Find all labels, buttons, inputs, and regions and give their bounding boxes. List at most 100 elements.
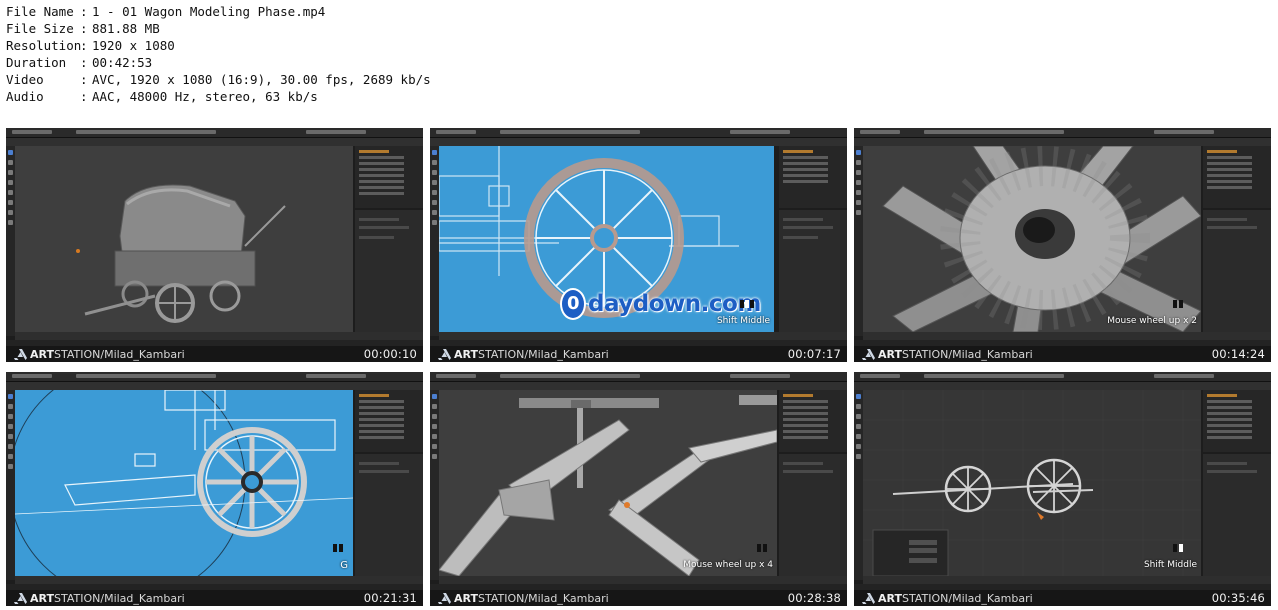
artstation-brand: ARTSTATION/Milad_Kambari (862, 591, 1033, 605)
blender-menubar (430, 128, 847, 138)
toolbar (430, 390, 439, 580)
viewport-header (854, 138, 1271, 146)
info-key: Audio (6, 89, 44, 105)
viewport-header (6, 138, 423, 146)
artstation-brand: ARTSTATION/Milad_Kambari (438, 347, 609, 361)
info-key: Resolution (6, 38, 82, 54)
artstation-brand: ARTSTATION/Milad_Kambari (862, 347, 1033, 361)
video-thumbnail[interactable]: ARTSTATION/Milad_Kambari 00:00:10 (6, 128, 423, 362)
toolbar (6, 146, 15, 336)
info-value: 1 - 01 Wagon Modeling Phase.mp4 (92, 4, 326, 19)
input-hint: G (340, 560, 348, 571)
video-thumbnail[interactable]: Shift Middle ARTSTATION/Milad_Kambari 00… (854, 372, 1271, 606)
file-info-row: Audio: AAC, 48000 Hz, stereo, 63 kb/s (6, 89, 318, 105)
overlay-bar: ARTSTATION/Milad_Kambari 00:28:38 (430, 590, 847, 606)
3d-viewport (15, 146, 353, 332)
video-thumbnail[interactable]: G ARTSTATION/Milad_Kambari 00:21:31 (6, 372, 423, 606)
outliner-panel (1203, 390, 1271, 452)
outliner-panel (355, 146, 423, 208)
timeline (15, 332, 423, 340)
timestamp: 00:21:31 (363, 591, 417, 605)
blender-menubar (854, 128, 1271, 138)
info-value: AVC, 1920 x 1080 (16:9), 30.00 fps, 2689… (92, 72, 431, 88)
info-key: Duration (6, 55, 67, 71)
input-hint: Shift Middle (716, 316, 770, 326)
toolbar (6, 390, 15, 580)
toolbar (854, 390, 863, 580)
toolbar (430, 146, 439, 336)
properties-panel (1203, 454, 1271, 576)
wheels-axle-view (863, 390, 1201, 576)
info-value: 881.88 MB (92, 21, 160, 37)
info-value: AAC, 48000 Hz, stereo, 63 kb/s (92, 89, 318, 105)
video-thumbnail[interactable]: Mouse wheel up x 2 ARTSTATION/Milad_Kamb… (854, 128, 1271, 362)
blender-menubar (6, 128, 423, 138)
timeline (863, 332, 1271, 340)
properties-panel (355, 210, 423, 332)
file-info-row: Duration:00:42:53 (6, 55, 153, 71)
file-info-panel: File Name:1 - 01 Wagon Modeling Phase.mp… (6, 3, 431, 106)
viewport-header (430, 138, 847, 146)
properties-panel (355, 454, 423, 576)
3d-viewport: 0 daydown.com Shift Middle (439, 146, 774, 332)
timeline (439, 576, 847, 584)
file-info-row: Resolution:1920 x 1080 (6, 38, 175, 54)
artstation-brand: ARTSTATION/Milad_Kambari (14, 347, 185, 361)
file-info-row: Video: AVC, 1920 x 1080 (16:9), 30.00 fps… (6, 72, 431, 88)
timestamp: 00:14:24 (1211, 347, 1265, 361)
blender-menubar (430, 372, 847, 382)
timestamp: 00:00:10 (363, 347, 417, 361)
outliner-panel (779, 390, 847, 452)
info-key: File Size (6, 21, 74, 37)
info-key: Video (6, 72, 44, 88)
properties-panel (779, 454, 847, 576)
artstation-logo-icon (438, 348, 451, 360)
input-hint: Mouse wheel up x 2 (1107, 316, 1197, 326)
file-info-row: File Size:881.88 MB (6, 21, 160, 37)
outliner-panel (355, 390, 423, 452)
outliner-panel (1203, 146, 1271, 208)
artstation-brand: ARTSTATION/Milad_Kambari (438, 591, 609, 605)
blender-menubar (6, 372, 423, 382)
artstation-logo-icon (14, 348, 27, 360)
toolbar (854, 146, 863, 336)
artstation-brand: ARTSTATION/Milad_Kambari (14, 591, 185, 605)
timestamp: 00:35:46 (1211, 591, 1265, 605)
artstation-logo-icon (862, 592, 875, 604)
overlay-bar: ARTSTATION/Milad_Kambari 00:00:10 (6, 346, 423, 362)
input-hint: Mouse wheel up x 4 (683, 560, 773, 570)
artstation-logo-icon (862, 348, 875, 360)
viewport-header (6, 382, 423, 390)
timestamp: 00:28:38 (787, 591, 841, 605)
video-thumbnail[interactable]: 0 daydown.com Shift Middle ARTSTATION/Mil… (430, 128, 847, 362)
timestamp: 00:07:17 (787, 347, 841, 361)
info-key: File Name (6, 4, 74, 19)
viewport-header (854, 382, 1271, 390)
outliner-panel (779, 146, 847, 208)
timeline (863, 576, 1271, 584)
timeline (15, 576, 423, 584)
overlay-bar: ARTSTATION/Milad_Kambari 00:35:46 (854, 590, 1271, 606)
3d-viewport: Mouse wheel up x 2 (863, 146, 1201, 332)
properties-panel (779, 210, 847, 332)
wagon-side-reference (15, 390, 353, 576)
artstation-logo-icon (14, 592, 27, 604)
wagon-shaft-topview (439, 395, 777, 576)
artstation-logo-icon (438, 592, 451, 604)
3d-viewport: G (15, 390, 353, 576)
info-value: 00:42:53 (92, 55, 153, 71)
wheel-hub-closeup (882, 146, 1201, 332)
overlay-bar: ARTSTATION/Milad_Kambari 00:21:31 (6, 590, 423, 606)
thumbnail-grid: ARTSTATION/Milad_Kambari 00:00:10 0 dayd… (6, 128, 1272, 606)
input-hint: Shift Middle (1143, 560, 1197, 570)
overlay-bar: ARTSTATION/Milad_Kambari 00:14:24 (854, 346, 1271, 362)
timeline (439, 332, 847, 340)
3d-viewport: Mouse wheel up x 4 (439, 390, 777, 576)
info-value: 1920 x 1080 (92, 38, 175, 54)
video-thumbnail[interactable]: Mouse wheel up x 4 ARTSTATION/Milad_Kamb… (430, 372, 847, 606)
blender-menubar (854, 372, 1271, 382)
viewport-header (430, 382, 847, 390)
3d-viewport: Shift Middle (863, 390, 1201, 576)
properties-panel (1203, 210, 1271, 332)
file-info-row: File Name:1 - 01 Wagon Modeling Phase.mp… (6, 4, 326, 19)
